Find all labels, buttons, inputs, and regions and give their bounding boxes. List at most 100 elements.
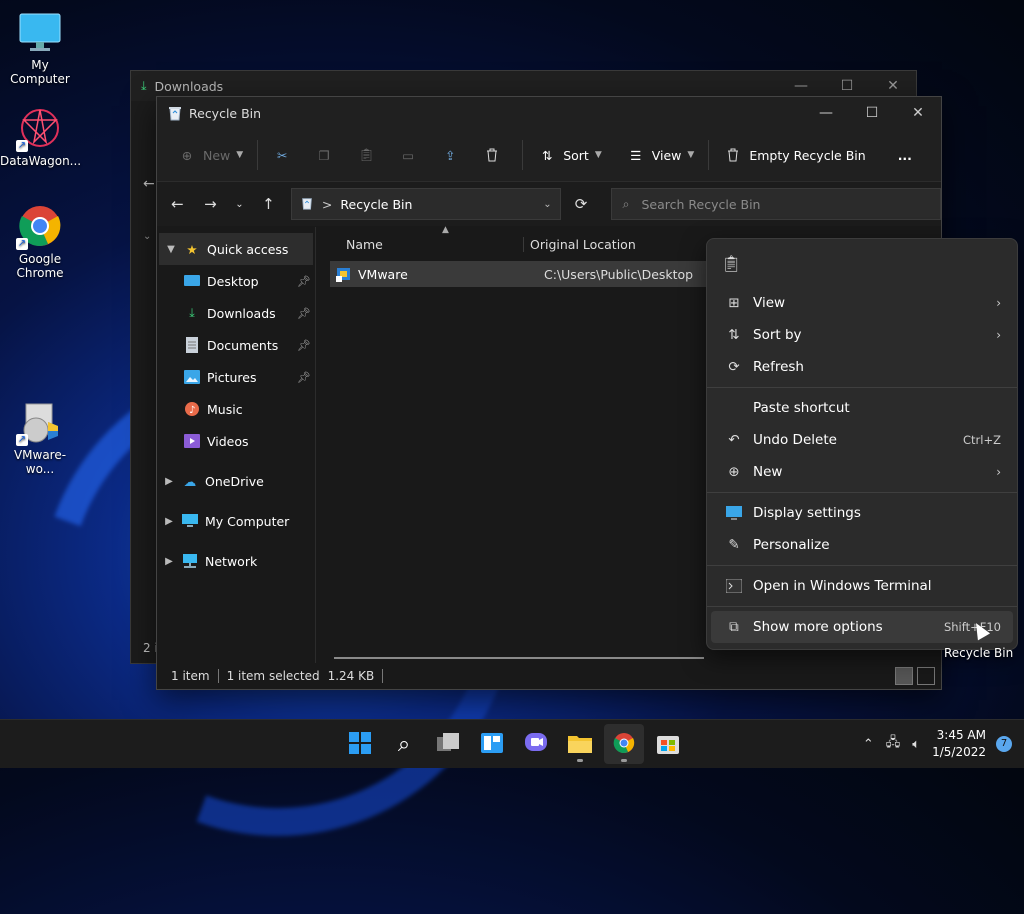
desktop-icon-datawagon[interactable]: ↗ DataWagon...	[0, 106, 81, 168]
empty-recycle-bin-label: Empty Recycle Bin	[749, 147, 866, 163]
menu-label: Personalize	[753, 537, 830, 553]
delete-button[interactable]	[474, 138, 516, 172]
column-header-original-location[interactable]: Original Location	[524, 237, 636, 252]
pin-icon[interactable]: 📌︎	[297, 371, 311, 384]
menu-shortcut: Ctrl+Z	[963, 433, 1001, 447]
star-icon: ★	[186, 241, 198, 257]
volume-icon[interactable]: 🔈︎	[912, 737, 920, 752]
file-explorer-taskbar-button[interactable]	[560, 724, 600, 764]
details-view-icon[interactable]	[895, 667, 913, 685]
nav-item-onedrive[interactable]: ▶ ☁ OneDrive	[157, 465, 315, 497]
horizontal-scrollbar[interactable]	[334, 657, 704, 659]
downloads-title: Downloads	[154, 78, 224, 94]
recent-locations-chevron-icon[interactable]: ⌄	[227, 199, 252, 210]
menu-item-refresh[interactable]: ⟳ Refresh	[711, 351, 1013, 383]
nav-item-music[interactable]: ♪ Music	[157, 393, 315, 425]
pin-icon[interactable]: 📌︎	[297, 307, 311, 320]
nav-item-videos[interactable]: Videos	[157, 425, 315, 457]
nav-quick-access[interactable]: ▼ ★ Quick access	[159, 233, 313, 265]
task-view-button[interactable]	[428, 724, 468, 764]
search-icon: ⌕	[622, 196, 630, 211]
network-status-icon[interactable]: 🖧︎	[886, 733, 901, 755]
search-box[interactable]: ⌕	[611, 188, 941, 220]
paste-icon[interactable]: 📋︎	[721, 254, 741, 273]
refresh-icon[interactable]: ⟳	[565, 195, 598, 213]
task-view-icon	[437, 732, 459, 756]
forward-arrow-icon[interactable]: →	[194, 195, 227, 213]
chrome-icon	[613, 732, 635, 757]
close-button[interactable]: ✕	[870, 78, 916, 94]
menu-item-sort-by[interactable]: ⇅ Sort by ›	[711, 319, 1013, 351]
tiles-view-icon[interactable]	[917, 667, 935, 685]
clock[interactable]: 3:45 AM 1/5/2022	[932, 727, 986, 761]
chevron-down-icon[interactable]: ⌄	[143, 231, 151, 242]
breadcrumb-recycle-bin[interactable]: Recycle Bin	[340, 197, 412, 212]
nav-item-my-computer[interactable]: ▶ My Computer	[157, 505, 315, 537]
view-button[interactable]: ☰ View ▼	[618, 138, 703, 172]
new-button[interactable]: ⊕ New ▼	[169, 138, 251, 172]
widgets-button[interactable]	[472, 724, 512, 764]
more-options-button[interactable]: ...	[890, 138, 920, 172]
desktop-icon-vmware[interactable]: ↗ VMware-wo...	[0, 400, 80, 476]
menu-item-open-terminal[interactable]: Open in Windows Terminal	[711, 570, 1013, 602]
chevron-down-icon[interactable]: ⌄	[543, 199, 551, 210]
refresh-icon: ⟳	[728, 359, 740, 375]
nav-item-downloads[interactable]: ⤓ Downloads 📌︎	[157, 297, 315, 329]
start-button[interactable]	[340, 724, 380, 764]
menu-item-show-more-options[interactable]: ⧉ Show more options Shift+F10	[711, 611, 1013, 643]
pin-icon[interactable]: 📌︎	[297, 275, 311, 288]
address-bar[interactable]: > Recycle Bin ⌄	[290, 188, 561, 220]
maximize-button[interactable]: ☐	[824, 78, 870, 94]
menu-item-new[interactable]: ⊕ New ›	[711, 456, 1013, 488]
empty-recycle-bin-button[interactable]: Empty Recycle Bin	[715, 138, 873, 172]
table-row[interactable]: VMware C:\Users\Public\Desktop	[330, 261, 714, 287]
chevron-right-icon[interactable]: ▶	[157, 516, 181, 527]
minimize-button[interactable]: —	[778, 78, 824, 94]
paste-button[interactable]: 📋︎	[348, 138, 390, 172]
chevron-right-icon[interactable]: ▶	[157, 476, 181, 487]
chevron-right-icon[interactable]: ▶	[157, 556, 181, 567]
menu-item-view[interactable]: ⊞ View ›	[711, 287, 1013, 319]
menu-item-display-settings[interactable]: Display settings	[711, 497, 1013, 529]
close-button[interactable]: ✕	[895, 97, 941, 129]
taskbar: ⌕ ⌃ 🖧︎ 🔈︎ 3:45 AM 1/5/2022 7	[0, 719, 1024, 768]
chevron-up-icon[interactable]: ⌃	[863, 737, 874, 752]
back-arrow-icon[interactable]: ←	[143, 176, 155, 192]
minimize-button[interactable]: —	[803, 97, 849, 129]
chat-button[interactable]	[516, 724, 556, 764]
chevron-down-icon[interactable]: ▼	[159, 244, 183, 255]
nav-item-pictures[interactable]: Pictures 📌︎	[157, 361, 315, 393]
back-arrow-icon[interactable]: ←	[161, 195, 194, 213]
nav-item-desktop[interactable]: Desktop 📌︎	[157, 265, 315, 297]
column-header-name[interactable]: ▲ Name	[316, 225, 524, 252]
rename-button[interactable]: ▭	[390, 138, 432, 172]
cut-button[interactable]: ✂	[264, 138, 306, 172]
search-input[interactable]	[639, 195, 924, 213]
sort-up-icon: ▲	[442, 224, 449, 235]
widgets-icon	[481, 732, 503, 756]
chrome-taskbar-button[interactable]	[604, 724, 644, 764]
new-label: New	[203, 147, 231, 163]
desktop-icon-my-computer[interactable]: My Computer	[0, 10, 80, 86]
search-button[interactable]: ⌕	[384, 724, 424, 764]
pin-icon[interactable]: 📌︎	[297, 339, 311, 352]
system-tray: ⌃ 🖧︎ 🔈︎ 3:45 AM 1/5/2022 7	[863, 720, 1024, 768]
nav-item-network[interactable]: ▶ Network	[157, 545, 315, 577]
context-menu: 📋︎ ⊞ View › ⇅ Sort by › ⟳ Refresh Paste …	[706, 238, 1018, 650]
store-button[interactable]	[648, 724, 688, 764]
window-title: Recycle Bin	[189, 105, 262, 121]
desktop-icon-chrome[interactable]: ↗ Google Chrome	[0, 204, 80, 280]
menu-item-paste-shortcut[interactable]: Paste shortcut	[711, 392, 1013, 424]
nav-item-documents[interactable]: Documents 📌︎	[157, 329, 315, 361]
menu-item-undo-delete[interactable]: ↶ Undo Delete Ctrl+Z	[711, 424, 1013, 456]
shortcut-arrow-icon: ↗	[16, 238, 28, 250]
window-titlebar[interactable]: Recycle Bin — ☐ ✕	[157, 97, 941, 129]
notification-badge[interactable]: 7	[996, 736, 1012, 752]
menu-item-personalize[interactable]: ✎ Personalize	[711, 529, 1013, 561]
copy-button[interactable]: ❐	[306, 138, 348, 172]
up-arrow-icon[interactable]: ↑	[252, 195, 285, 213]
maximize-button[interactable]: ☐	[849, 97, 895, 129]
sort-button[interactable]: ⇅ Sort ▼	[529, 138, 610, 172]
share-button[interactable]: ⇪	[432, 138, 474, 172]
nav-label: Downloads	[207, 305, 276, 321]
